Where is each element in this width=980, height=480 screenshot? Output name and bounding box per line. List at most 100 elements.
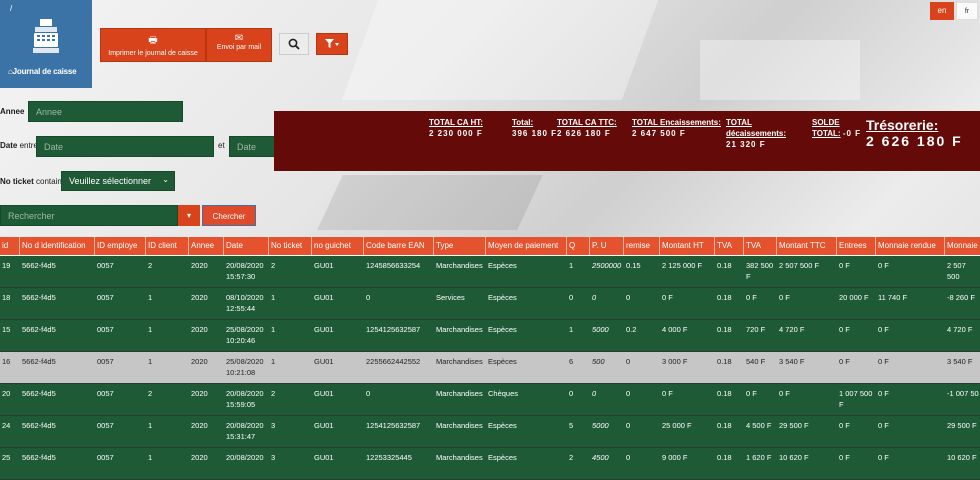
table-cell: GU01 xyxy=(314,357,334,366)
table-cell: 0 F xyxy=(779,389,790,398)
table-cell: 540 F xyxy=(746,357,766,366)
total-decaissements: TOTAL décaissements: 21 320 F xyxy=(726,118,787,149)
search-icon xyxy=(288,38,300,50)
table-cell: 1 xyxy=(271,357,276,366)
table-cell: 29 500 F xyxy=(779,421,809,430)
table-cell: 20/08/2020 15:59:05 xyxy=(226,389,264,409)
table-cell: Chèques xyxy=(488,389,519,398)
table-row[interactable]: 16 5662-f4d5 0057 1 2020 25/08/2020 10:21:08 1… xyxy=(0,352,980,384)
table-cell: 0057 xyxy=(97,293,114,302)
table-cell: 0 F xyxy=(839,261,850,270)
column-header[interactable]: id xyxy=(2,241,20,250)
lang-fr-button[interactable]: fr xyxy=(956,2,978,20)
annee-input[interactable]: Annee xyxy=(28,101,183,122)
column-header[interactable]: No d identification xyxy=(22,241,95,250)
table-cell: 11 740 F xyxy=(878,293,908,302)
lang-en-button[interactable]: en xyxy=(930,2,954,20)
table-cell: 4 000 F xyxy=(662,325,688,334)
date-and-label: et xyxy=(218,141,225,150)
table-cell: 25/08/2020 10:21:08 xyxy=(226,357,264,377)
table-cell: 3 540 F xyxy=(779,357,805,366)
column-header[interactable]: Date xyxy=(226,241,269,250)
table-cell: 1 620 F xyxy=(746,453,772,462)
column-header[interactable]: Monnaie rendue xyxy=(878,241,944,250)
table-cell: -8 260 F xyxy=(947,293,975,302)
table-cell: 6 xyxy=(569,357,574,366)
brand-tile[interactable]: / ⌂Journal de caisse xyxy=(0,0,92,88)
column-header[interactable]: Monnaie a xyxy=(947,241,980,250)
table-cell: 4 720 F xyxy=(779,325,805,334)
table-cell: 20/08/2020 15:31:47 xyxy=(226,421,264,441)
table-cell: 0 xyxy=(626,357,631,366)
table-cell: 1 xyxy=(271,293,276,302)
search-dropdown-button[interactable]: ▾ xyxy=(178,205,200,226)
chevron-down-icon: ⌄ xyxy=(162,175,169,184)
date-to-input[interactable]: Date xyxy=(229,136,275,157)
table-cell: 2 xyxy=(148,389,153,398)
table-cell: 2 xyxy=(271,389,276,398)
table-cell: 2 xyxy=(569,453,574,462)
column-divider xyxy=(836,237,837,255)
column-header[interactable]: no guichet xyxy=(314,241,364,250)
table-cell: 3 000 F xyxy=(662,357,688,366)
column-header[interactable]: TVA xyxy=(717,241,744,250)
column-header[interactable]: No ticket xyxy=(271,241,312,250)
table-cell: 2 xyxy=(148,261,153,270)
table-cell: 4500 xyxy=(592,453,609,462)
table-row[interactable]: 24 5662-f4d5 0057 1 2020 20/08/2020 15:31:47 3… xyxy=(0,416,980,448)
table-cell: 0057 xyxy=(97,357,114,366)
search-input[interactable]: Rechercher xyxy=(0,205,178,226)
table-cell: 0 xyxy=(592,293,597,302)
ticket-select[interactable]: Veuillez sélectionner ⌄ xyxy=(61,171,175,191)
column-divider xyxy=(623,237,624,255)
filter-button[interactable] xyxy=(316,33,348,55)
table-cell: 0 xyxy=(366,389,371,398)
column-divider xyxy=(589,237,590,255)
table-cell: 0 F xyxy=(662,293,673,302)
table-cell: 2 xyxy=(271,261,276,270)
column-header[interactable]: Q xyxy=(569,241,590,250)
send-mail-button[interactable]: ✉ Envoi par mail xyxy=(206,28,272,62)
column-divider xyxy=(188,237,189,255)
column-divider xyxy=(776,237,777,255)
table-cell: Services xyxy=(436,293,465,302)
column-header[interactable]: TVA xyxy=(746,241,777,250)
table-cell: 3 xyxy=(271,453,276,462)
search-button[interactable] xyxy=(279,33,309,55)
table-cell: 2500000 xyxy=(592,261,622,270)
table-row[interactable]: 20 5662-f4d5 0057 2 2020 20/08/2020 15:59:05 2… xyxy=(0,384,980,416)
table-cell: 16 xyxy=(2,357,11,366)
table-cell: 5662-f4d5 xyxy=(22,325,56,334)
column-divider xyxy=(944,237,945,255)
table-cell: 0 xyxy=(626,421,631,430)
table-row[interactable]: 25 5662-f4d5 0057 1 2020 20/08/2020 3 GU01 12253… xyxy=(0,448,980,480)
column-header[interactable]: ID client xyxy=(148,241,189,250)
table-row[interactable]: 15 5662-f4d5 0057 1 2020 25/08/2020 10:20:46 1… xyxy=(0,320,980,352)
column-header[interactable]: Type xyxy=(436,241,486,250)
table-cell: 2020 xyxy=(191,453,208,462)
column-header[interactable]: P. U xyxy=(592,241,624,250)
print-journal-button[interactable]: 🖶 Imprimer le journal de caisse xyxy=(100,28,206,62)
table-row[interactable]: 18 5662-f4d5 0057 1 2020 08/10/2020 12:55:44 1… xyxy=(0,288,980,320)
column-header[interactable]: Code barre EAN xyxy=(366,241,434,250)
table-cell: 5662-f4d5 xyxy=(22,261,56,270)
table-cell: 10 620 F xyxy=(779,453,809,462)
column-header[interactable]: Montant HT xyxy=(662,241,715,250)
table-cell: 1 xyxy=(148,357,153,366)
total-encaissements: TOTAL Encaissements: 2 647 500 F xyxy=(632,118,721,138)
column-header[interactable]: Moyen de paiement xyxy=(488,241,567,250)
table-cell: 15 xyxy=(2,325,11,334)
table-cell: 2 125 000 F xyxy=(662,261,703,270)
table-cell: 1 xyxy=(148,325,153,334)
table-cell: 4 500 F xyxy=(746,421,772,430)
column-header[interactable]: Montant TTC xyxy=(779,241,837,250)
table-row[interactable]: 19 5662-f4d5 0057 2 2020 20/08/2020 15:57:30 2… xyxy=(0,256,980,288)
chercher-button[interactable]: Chercher xyxy=(202,205,256,226)
date-label: Date entre xyxy=(0,141,38,150)
column-header[interactable]: Annee xyxy=(191,241,224,250)
column-header[interactable]: remise xyxy=(626,241,660,250)
table-cell: 1 007 500 F xyxy=(839,389,873,409)
column-header[interactable]: ID employe xyxy=(97,241,146,250)
column-header[interactable]: Entrees xyxy=(839,241,876,250)
date-from-input[interactable]: Date xyxy=(36,136,214,157)
